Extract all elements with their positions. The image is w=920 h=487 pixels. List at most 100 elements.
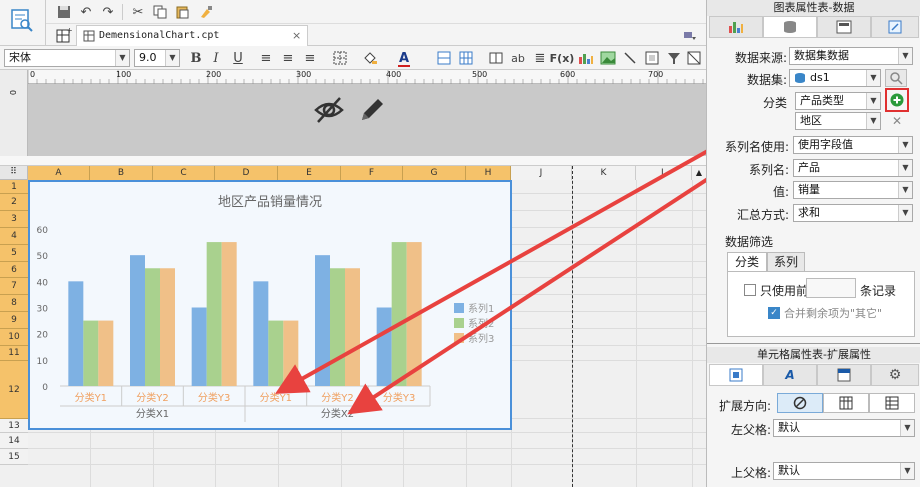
data-search-icon[interactable] <box>10 8 34 35</box>
edit-pencil-icon[interactable] <box>358 96 386 127</box>
cut-icon[interactable]: ✂ <box>128 2 148 22</box>
split-cells-icon[interactable] <box>456 48 476 68</box>
row-header[interactable]: 10 <box>0 329 28 346</box>
column-header[interactable]: K <box>572 166 636 180</box>
category-select-1[interactable]: 产品类型 ▼ <box>795 92 881 110</box>
bar <box>130 255 145 386</box>
select-all-corner[interactable]: ⠿ <box>0 166 28 180</box>
x-category-label: 分类Y3 <box>383 391 415 404</box>
row-header[interactable]: 5 <box>0 245 28 262</box>
row-header[interactable]: 14 <box>0 433 28 449</box>
bar <box>283 320 299 386</box>
row-header[interactable]: 11 <box>0 346 28 361</box>
italic-button[interactable]: I <box>206 48 226 68</box>
remove-category-icon[interactable]: ✕ <box>889 113 905 129</box>
column-header[interactable]: B <box>90 166 153 180</box>
row-header[interactable]: 2 <box>0 194 28 211</box>
text-cell-icon[interactable]: ab <box>508 48 528 68</box>
row-header[interactable]: 9 <box>0 312 28 329</box>
column-header[interactable]: A <box>28 166 90 180</box>
series-name-use-select[interactable]: 使用字段值 ▼ <box>793 136 913 154</box>
tab-menu-icon[interactable] <box>682 28 696 45</box>
tab-cell-settings[interactable]: ⚙ <box>871 364 919 386</box>
filter-tab-category[interactable]: 分类 <box>727 252 767 272</box>
format-painter-icon[interactable] <box>196 2 216 22</box>
border-icon[interactable] <box>330 48 350 68</box>
tab-data[interactable] <box>763 16 817 38</box>
paste-icon[interactable] <box>172 2 192 22</box>
top-parent-select[interactable]: 默认 ▼ <box>773 462 915 480</box>
x-category-label: 分类Y1 <box>260 391 292 404</box>
records-label: 条记录 <box>860 284 897 298</box>
hide-eye-icon[interactable] <box>314 96 344 127</box>
align-left-icon[interactable]: ≡ <box>256 48 276 68</box>
column-header[interactable]: H <box>466 166 511 180</box>
tab-effects[interactable] <box>871 16 919 38</box>
font-family-select[interactable]: 宋体 ▼ <box>4 49 130 67</box>
rich-text-icon[interactable]: ≣ <box>530 48 550 68</box>
redo-icon[interactable]: ↷ <box>98 2 118 22</box>
filter-tab-series[interactable]: 系列 <box>767 252 805 272</box>
column-header[interactable]: D <box>215 166 278 180</box>
row-header[interactable]: 7 <box>0 278 28 295</box>
save-icon[interactable] <box>54 2 74 22</box>
column-header[interactable]: L <box>636 166 692 180</box>
scroll-up-icon[interactable]: ▲ <box>692 166 706 180</box>
file-tab[interactable]: DemensionalChart.cpt × <box>76 25 308 46</box>
no-expand-icon <box>793 396 807 410</box>
copy-icon[interactable] <box>150 2 170 22</box>
chart-container[interactable]: 地区产品销量情况 0 10 20 30 40 50 60 分类Y1 分类Y2 分类Y3 分类Y1 分类Y… <box>28 180 512 430</box>
slash-icon[interactable] <box>620 48 640 68</box>
row-header[interactable]: 12 <box>0 361 28 419</box>
add-category-button[interactable] <box>885 88 909 112</box>
underline-button[interactable]: U <box>228 48 248 68</box>
column-header[interactable]: G <box>403 166 466 180</box>
undo-icon[interactable]: ↶ <box>76 2 96 22</box>
row-header[interactable]: 1 <box>0 180 28 194</box>
filter-icon[interactable] <box>664 48 684 68</box>
more-tools-icon[interactable] <box>684 48 704 68</box>
insert-image-icon[interactable] <box>598 48 618 68</box>
row-header[interactable]: 13 <box>0 419 28 433</box>
tab-cell-basic[interactable] <box>709 364 763 386</box>
sub-report-icon[interactable] <box>642 48 662 68</box>
summary-select[interactable]: 求和 ▼ <box>793 204 913 222</box>
font-size-select[interactable]: 9.0 ▼ <box>134 49 180 67</box>
row-header[interactable]: 8 <box>0 295 28 312</box>
tab-style[interactable] <box>817 16 871 38</box>
row-header[interactable]: 3 <box>0 211 28 228</box>
formula-icon[interactable]: F(x) <box>550 48 575 68</box>
row-header[interactable]: 4 <box>0 228 28 245</box>
merge-checkbox[interactable]: ✓ <box>768 307 780 319</box>
dataset-select[interactable]: ds1 ▼ <box>789 69 881 87</box>
tab-cell-widget[interactable] <box>817 364 871 386</box>
bold-button[interactable]: B <box>186 48 206 68</box>
tab-cell-style[interactable]: A <box>763 364 817 386</box>
record-count-input[interactable] <box>806 278 856 298</box>
expand-vertical-button[interactable] <box>823 393 869 413</box>
tab-chart-type[interactable] <box>709 16 763 38</box>
column-header[interactable]: J <box>511 166 572 180</box>
align-center-icon[interactable]: ≡ <box>278 48 298 68</box>
column-header[interactable]: F <box>341 166 403 180</box>
close-icon[interactable]: × <box>292 29 301 42</box>
series-name-select[interactable]: 产品 ▼ <box>793 159 913 177</box>
value-select[interactable]: 销量 ▼ <box>793 181 913 199</box>
left-parent-select[interactable]: 默认 ▼ <box>773 419 915 437</box>
new-report-icon[interactable]: + <box>54 25 74 45</box>
expand-horizontal-button[interactable] <box>869 393 915 413</box>
row-header[interactable]: 15 <box>0 449 28 465</box>
category-select-2[interactable]: 地区 ▼ <box>795 112 881 130</box>
column-header[interactable]: C <box>153 166 215 180</box>
expand-none-button[interactable] <box>777 393 823 413</box>
column-header[interactable]: E <box>278 166 341 180</box>
row-header[interactable]: 6 <box>0 262 28 278</box>
merge-cells-icon[interactable] <box>434 48 454 68</box>
use-first-checkbox[interactable] <box>744 284 756 296</box>
align-right-icon[interactable]: ≡ <box>300 48 320 68</box>
insert-chart-icon[interactable] <box>576 48 596 68</box>
insert-column-icon[interactable] <box>486 48 506 68</box>
dataset-preview-button[interactable] <box>885 69 907 87</box>
data-source-select[interactable]: 数据集数据 ▼ <box>789 47 913 65</box>
fill-color-icon[interactable] <box>360 48 380 68</box>
